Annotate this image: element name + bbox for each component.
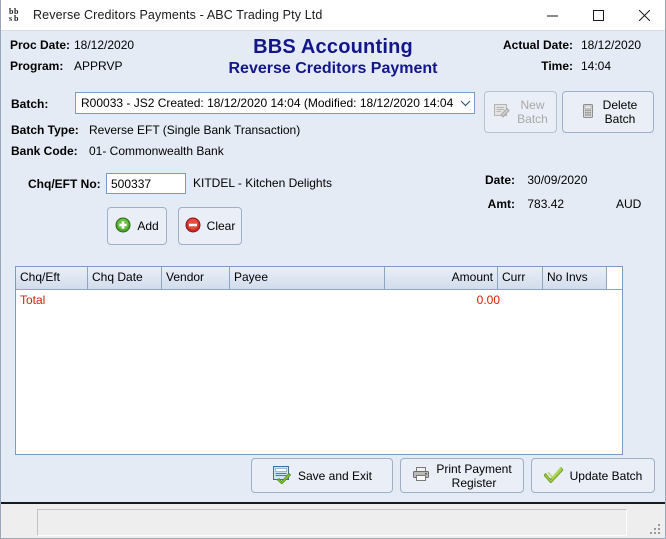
bank-code-label: Bank Code: xyxy=(11,144,78,158)
grid-total-row: Total 0.00 xyxy=(16,290,622,310)
batch-select[interactable]: R00033 - JS2 Created: 18/12/2020 14:04 (… xyxy=(75,92,475,114)
payments-grid: Chq/Eft Chq Date Vendor Payee Amount Cur… xyxy=(15,266,623,455)
program-row: Program: APPRVP xyxy=(10,59,134,75)
maximize-button[interactable] xyxy=(575,0,621,31)
printer-icon xyxy=(412,465,430,486)
column-header-payee[interactable]: Payee xyxy=(230,267,385,289)
payment-date-label: Date: xyxy=(484,173,515,187)
close-button[interactable] xyxy=(621,0,665,31)
program-label: Program: xyxy=(10,59,64,73)
status-bar xyxy=(1,502,665,538)
batch-select-value: R00033 - JS2 Created: 18/12/2020 14:04 (… xyxy=(81,96,454,110)
time-row: Time: 14:04 xyxy=(503,59,651,75)
payment-date-value: 30/09/2020 xyxy=(527,173,588,187)
clear-no-entry-icon xyxy=(185,217,201,236)
bank-code-value: 01- Commonwealth Bank xyxy=(89,144,224,158)
update-batch-label: Update Batch xyxy=(569,468,643,483)
proc-date-row: Proc Date: 18/12/2020 xyxy=(10,38,134,54)
save-document-check-icon xyxy=(272,464,292,487)
actual-date-label: Actual Date: xyxy=(502,38,573,52)
form-area: Batch: R00033 - JS2 Created: 18/12/2020 … xyxy=(1,89,665,249)
clear-label: Clear xyxy=(206,219,236,233)
update-batch-button[interactable]: Update Batch xyxy=(531,458,655,493)
cheque-row: Chq/EFT No: KITDEL - Kitchen Delights Da… xyxy=(1,171,665,211)
proc-date-value: 18/12/2020 xyxy=(74,38,135,52)
batch-row: Batch: R00033 - JS2 Created: 18/12/2020 … xyxy=(1,89,665,133)
new-batch-label: New Batch xyxy=(517,98,548,126)
vendor-name-text: KITDEL - Kitchen Delights xyxy=(193,176,332,190)
bank-code-row: Bank Code: 01- Commonwealth Bank xyxy=(1,144,665,165)
actual-date-value: 18/12/2020 xyxy=(581,38,642,52)
new-batch-icon xyxy=(493,102,511,123)
header-band: Proc Date: 18/12/2020 Program: APPRVP BB… xyxy=(1,31,665,89)
add-button[interactable]: Add xyxy=(107,207,167,245)
header-left-info: Proc Date: 18/12/2020 Program: APPRVP xyxy=(10,38,134,80)
column-header-chq-eft[interactable]: Chq/Eft xyxy=(16,267,88,289)
clear-button[interactable]: Clear xyxy=(178,207,242,245)
batch-type-value: Reverse EFT (Single Bank Transaction) xyxy=(89,123,301,137)
batch-type-label: Batch Type: xyxy=(11,123,79,137)
check-mark-icon xyxy=(543,465,564,486)
column-header-curr[interactable]: Curr xyxy=(498,267,543,289)
total-amount-value: 0.00 xyxy=(476,293,500,307)
proc-date-label: Proc Date: xyxy=(10,38,71,52)
payment-date-row: Date: 30/09/2020 xyxy=(479,173,587,187)
bbs-logo-icon: b b s b xyxy=(8,6,26,24)
application-window: b b s b Reverse Creditors Payments - ABC… xyxy=(0,0,666,539)
batch-label: Batch: xyxy=(11,97,49,111)
column-header-vendor[interactable]: Vendor xyxy=(162,267,230,289)
column-header-amount[interactable]: Amount xyxy=(385,267,498,289)
add-clear-row: Add Clear xyxy=(1,207,665,249)
title-bar: b b s b Reverse Creditors Payments - ABC… xyxy=(1,0,665,31)
resize-grip[interactable] xyxy=(649,523,662,536)
minimize-button[interactable] xyxy=(529,0,575,31)
window-title: Reverse Creditors Payments - ABC Trading… xyxy=(33,8,323,22)
actual-date-row: Actual Date: 18/12/2020 xyxy=(503,38,651,54)
chq-eft-no-input[interactable] xyxy=(106,173,186,194)
delete-batch-label: Delete Batch xyxy=(602,98,638,126)
header-right-info: Actual Date: 18/12/2020 Time: 14:04 xyxy=(503,38,651,80)
svg-text:s: s xyxy=(9,14,12,23)
window-controls xyxy=(529,0,665,31)
status-message-panel xyxy=(37,509,627,536)
time-label: Time: xyxy=(541,59,573,73)
add-label: Add xyxy=(137,219,159,233)
program-value: APPRVP xyxy=(74,59,123,73)
column-header-no-invs[interactable]: No Invs xyxy=(543,267,607,289)
print-payment-register-button[interactable]: Print Payment Register xyxy=(400,458,524,493)
svg-text:b: b xyxy=(14,14,19,23)
delete-batch-icon xyxy=(579,102,597,123)
grid-header-row: Chq/Eft Chq Date Vendor Payee Amount Cur… xyxy=(16,267,622,290)
add-plus-icon xyxy=(115,217,131,236)
save-and-exit-label: Save and Exit xyxy=(297,468,373,483)
save-and-exit-button[interactable]: Save and Exit xyxy=(251,458,393,493)
chq-eft-no-label: Chq/EFT No: xyxy=(28,177,101,191)
column-header-chq-date[interactable]: Chq Date xyxy=(88,267,162,289)
chevron-down-icon xyxy=(456,93,474,113)
column-header-filler xyxy=(607,267,622,289)
batch-type-row: Batch Type: Reverse EFT (Single Bank Tra… xyxy=(1,123,665,144)
time-value: 14:04 xyxy=(581,59,612,73)
print-payment-register-label: Print Payment Register xyxy=(436,461,512,490)
